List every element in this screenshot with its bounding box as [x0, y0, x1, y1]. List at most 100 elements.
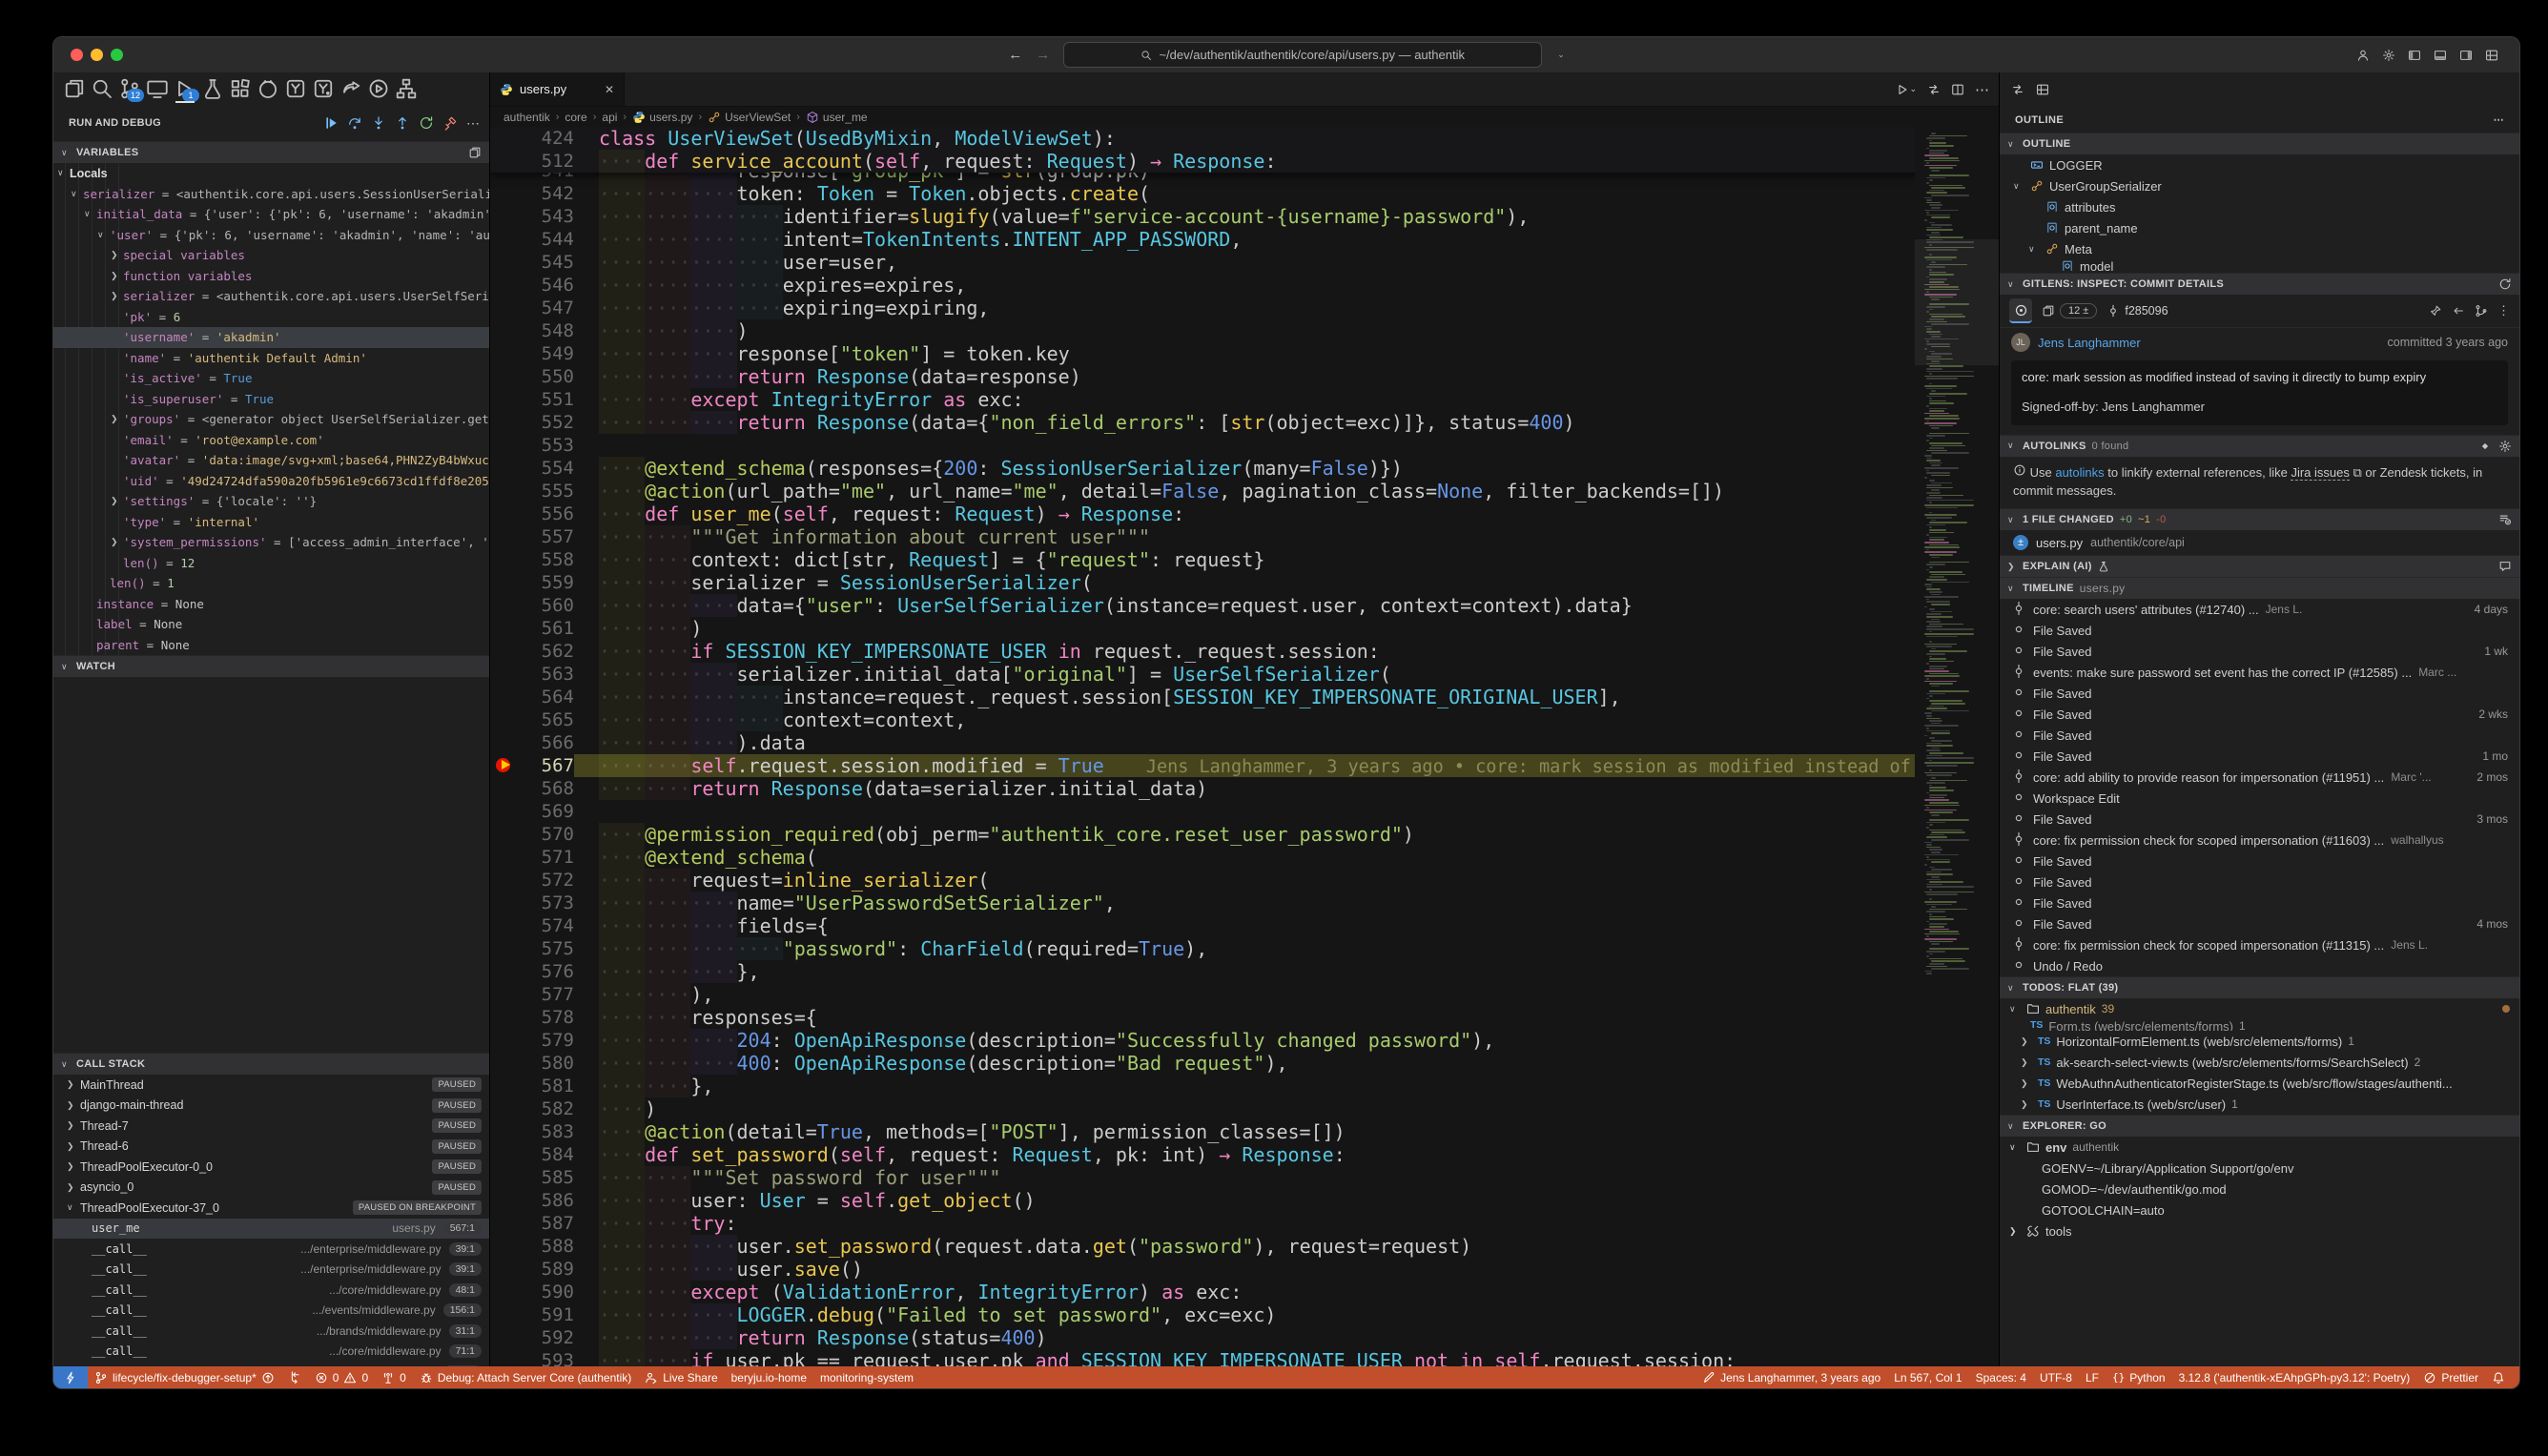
autolinks-header[interactable]: ∨AUTOLINKS0 found	[2000, 435, 2519, 457]
code-line-542[interactable]: 542············token: Token = Token.obje…	[490, 182, 1999, 205]
code-line-564[interactable]: 564················instance=request._req…	[490, 686, 1999, 708]
explain-ai-header[interactable]: ❯EXPLAIN (AI)	[2000, 555, 2519, 577]
variable-row[interactable]: len() = 1	[53, 573, 489, 594]
code-line-566[interactable]: 566············).data	[490, 731, 1999, 754]
code-line-552[interactable]: 552············return Response(data={"no…	[490, 411, 1999, 434]
outline-item-model[interactable]: model	[2000, 259, 2519, 273]
outline-item-UserGroupSerializer[interactable]: ∨UserGroupSerializer	[2000, 175, 2519, 196]
timeline-item[interactable]: File Saved1 mo	[2000, 746, 2519, 767]
breadcrumb-item[interactable]: UserViewSet	[708, 111, 791, 124]
variable-row[interactable]: label = None	[53, 614, 489, 635]
go-env-var[interactable]: GOENV=~/Library/Application Support/go/e…	[2000, 1158, 2519, 1179]
activity-github[interactable]	[257, 75, 279, 102]
thread-Thread-7[interactable]: ❯Thread-7PAUSED	[53, 1116, 489, 1137]
code-line-585[interactable]: 585········"""Set password for user"""	[490, 1166, 1999, 1189]
code-line-544[interactable]: 544················intent=TokenIntents.I…	[490, 228, 1999, 251]
jira-link[interactable]: Jira issues	[2291, 465, 2349, 481]
statusbar-task-monitoring-system[interactable]: monitoring-system	[813, 1366, 920, 1388]
command-center[interactable]: ~/dev/authentik/authentik/core/api/users…	[1063, 42, 1542, 68]
code-line-576[interactable]: 576············},	[490, 960, 1999, 983]
outline-header[interactable]: ∨OUTLINE	[2000, 133, 2519, 154]
breadcrumb-item[interactable]: users.py	[632, 111, 692, 124]
code-line-574[interactable]: 574············fields={	[490, 914, 1999, 937]
code-line-424[interactable]: 424class UserViewSet(UsedByMixin, ModelV…	[490, 127, 1999, 150]
code-line-563[interactable]: 563············serializer.initial_data["…	[490, 663, 1999, 686]
gitlens-files-tab[interactable]: 12 ±	[2042, 303, 2097, 318]
variable-row[interactable]: ❯function variables	[53, 266, 489, 287]
timeline-header[interactable]: ∨TIMELINEusers.py	[2000, 577, 2519, 599]
variable-row[interactable]: 'is_active' = True	[53, 368, 489, 389]
timeline-item[interactable]: File Saved	[2000, 872, 2519, 892]
todos-item[interactable]: ❯TSWebAuthnAuthenticatorRegisterStage.ts…	[2000, 1073, 2519, 1094]
statusbar-compare-changes[interactable]	[281, 1366, 308, 1388]
statusbar-indentation[interactable]: Spaces: 4	[1969, 1366, 2033, 1388]
code-line-591[interactable]: 591············LOGGER.debug("Failed to s…	[490, 1303, 1999, 1326]
statusbar-task-beryju-io-home[interactable]: beryju.io-home	[725, 1366, 813, 1388]
code-line-557[interactable]: 557········"""Get information about curr…	[490, 525, 1999, 548]
timeline-item[interactable]: core: fix permission check for scoped im…	[2000, 830, 2519, 851]
breadcrumb-item[interactable]: authentik	[503, 111, 550, 124]
code-line-579[interactable]: 579············204: OpenApiResponse(desc…	[490, 1029, 1999, 1052]
open-changes-icon[interactable]	[1927, 83, 1941, 96]
remote-indicator[interactable]	[53, 1366, 88, 1388]
todos-workspace[interactable]: ∨authentik39	[2000, 998, 2519, 1019]
code-line-556[interactable]: 556····def user_me(self, request: Reques…	[490, 502, 1999, 525]
outline-item-attributes[interactable]: attributes	[2000, 196, 2519, 217]
todos-header[interactable]: ∨TODOS: FLAT (39)	[2000, 976, 2519, 998]
variable-row[interactable]: ❯'settings' = {'locale': ''}	[53, 491, 489, 512]
variable-row[interactable]: ∨'user' = {'pk': 6, 'username': 'akadmin…	[53, 225, 489, 246]
activity-source-control[interactable]: 12	[118, 75, 141, 102]
code-line-553[interactable]: 553	[490, 434, 1999, 457]
code-line-545[interactable]: 545················user=user,	[490, 251, 1999, 274]
stack-frame[interactable]: __call__.../core/middleware.py48:1	[53, 1280, 489, 1301]
commit-author-row[interactable]: JLJens Langhammercommitted 3 years ago	[2000, 328, 2519, 357]
variable-row[interactable]: ❯special variables	[53, 245, 489, 266]
timeline-item[interactable]: Undo / Redo	[2000, 955, 2519, 976]
code-line-573[interactable]: 573············name="UserPasswordSetSeri…	[490, 892, 1999, 914]
minimap-slider[interactable]	[1915, 239, 1999, 365]
statusbar-debug-session[interactable]: Debug: Attach Server Core (authentik)	[413, 1366, 638, 1388]
autolinks-link[interactable]: autolinks	[2055, 465, 2104, 480]
activity-share[interactable]	[339, 75, 362, 102]
variable-row[interactable]: 'avatar' = 'data:image/svg+xml;base64,PH…	[53, 450, 489, 471]
variable-row[interactable]: 'is_superuser' = True	[53, 389, 489, 410]
variable-row[interactable]: 'email' = 'root@example.com'	[53, 430, 489, 451]
timeline-item[interactable]: File Saved	[2000, 851, 2519, 872]
code-line-569[interactable]: 569	[490, 800, 1999, 823]
timeline-item[interactable]: core: search users' attributes (#12740) …	[2000, 599, 2519, 620]
go-env-folder[interactable]: ∨envauthentik	[2000, 1137, 2519, 1158]
stack-frame[interactable]: __call__.../enterprise/middleware.py39:1	[53, 1260, 489, 1281]
variable-row[interactable]: ❯'system_permissions' = ['access_admin_i…	[53, 532, 489, 553]
todos-item[interactable]: ❯TSHorizontalFormElement.ts (web/src/ele…	[2000, 1031, 2519, 1052]
gitlens-header[interactable]: ∨GITLENS: INSPECT: COMMIT DETAILS	[2000, 273, 2519, 295]
files-changed-header[interactable]: ∨1 FILE CHANGED+0~1-0	[2000, 508, 2519, 530]
activity-org-chart[interactable]	[395, 75, 418, 102]
variable-row[interactable]: len() = 12	[53, 553, 489, 574]
variable-row[interactable]: ∨serializer = <authentik.core.api.users.…	[53, 184, 489, 205]
outline-item-LOGGER[interactable]: LOGGER	[2000, 154, 2519, 175]
nav-forward-icon[interactable]: →	[1036, 47, 1050, 63]
timeline-item[interactable]: File Saved3 mos	[2000, 809, 2519, 830]
debug-step-over-button[interactable]	[347, 115, 362, 131]
layout-panel-icon[interactable]	[2434, 49, 2447, 62]
statusbar-encoding[interactable]: UTF-8	[2033, 1366, 2079, 1388]
code-line-558[interactable]: 558········context: dict[str, Request] =…	[490, 548, 1999, 571]
code-line-593[interactable]: 593········if user.pk == request.user.pk…	[490, 1349, 1999, 1366]
activity-gitlens[interactable]	[284, 75, 307, 102]
code-line-592[interactable]: 592············return Response(status=40…	[490, 1326, 1999, 1349]
code-line-571[interactable]: 571····@extend_schema(	[490, 846, 1999, 869]
nav-back-icon[interactable]: ←	[1008, 47, 1022, 63]
open-changes-icon[interactable]	[2011, 83, 2024, 96]
variable-row[interactable]: 'type' = 'internal'	[53, 512, 489, 533]
debug-disconnect-button[interactable]	[442, 115, 458, 131]
variable-row[interactable]: instance = None	[53, 594, 489, 615]
timeline-item[interactable]: File Saved	[2000, 892, 2519, 913]
thread-MainThread[interactable]: ❯MainThreadPAUSED	[53, 1075, 489, 1096]
code-line-580[interactable]: 580············400: OpenApiResponse(desc…	[490, 1052, 1999, 1075]
activity-run-and-debug[interactable]: 1	[174, 75, 196, 102]
code-line-550[interactable]: 550············return Response(data=resp…	[490, 365, 1999, 388]
call-stack-header[interactable]: ∨CALL STACK	[53, 1053, 489, 1075]
statusbar-prettier[interactable]: Prettier	[2416, 1366, 2485, 1388]
kebab-icon[interactable]: ⋮	[2497, 303, 2510, 318]
code-line-560[interactable]: 560············data={"user": UserSelfSer…	[490, 594, 1999, 617]
